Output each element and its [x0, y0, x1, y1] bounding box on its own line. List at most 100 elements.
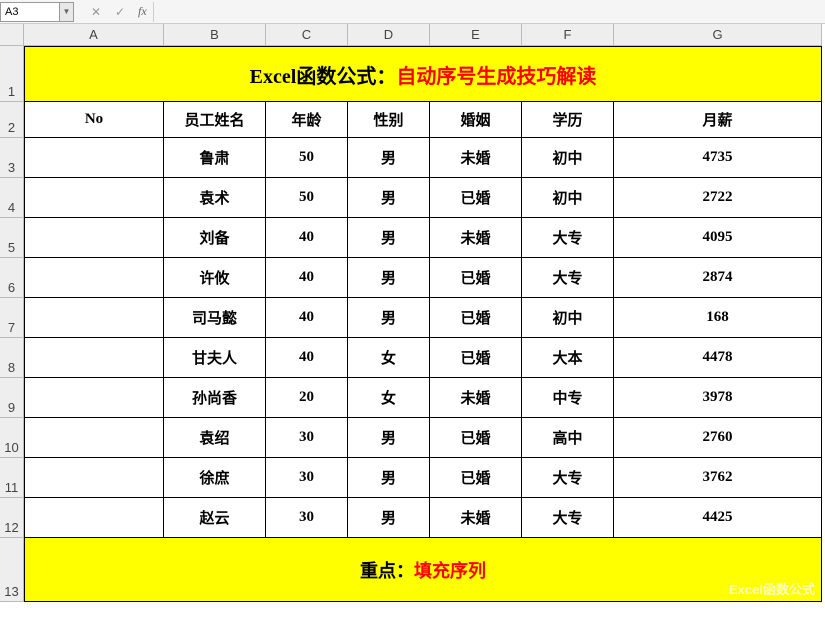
cell-marriage[interactable]: 已婚: [430, 178, 522, 218]
cell-marriage[interactable]: 未婚: [430, 218, 522, 258]
cell-no[interactable]: [24, 458, 164, 498]
cell-no[interactable]: [24, 138, 164, 178]
cell-name[interactable]: 袁绍: [164, 418, 266, 458]
header-education[interactable]: 学历: [522, 102, 614, 138]
row-header-4[interactable]: 4: [0, 178, 24, 218]
cell-salary[interactable]: 168: [614, 298, 822, 338]
cell-age[interactable]: 30: [266, 418, 348, 458]
cell-salary[interactable]: 2874: [614, 258, 822, 298]
cell-age[interactable]: 30: [266, 498, 348, 538]
row-header-2[interactable]: 2: [0, 102, 24, 138]
cell-no[interactable]: [24, 418, 164, 458]
formula-input[interactable]: [153, 2, 825, 22]
row-header-10[interactable]: 10: [0, 418, 24, 458]
col-header-G[interactable]: G: [614, 24, 822, 46]
cell-name[interactable]: 司马懿: [164, 298, 266, 338]
cell-salary[interactable]: 3762: [614, 458, 822, 498]
header-name[interactable]: 员工姓名: [164, 102, 266, 138]
cell-marriage[interactable]: 已婚: [430, 258, 522, 298]
cell-age[interactable]: 40: [266, 258, 348, 298]
cell-name[interactable]: 孙尚香: [164, 378, 266, 418]
cell-education[interactable]: 中专: [522, 378, 614, 418]
cell-marriage[interactable]: 已婚: [430, 418, 522, 458]
cell-no[interactable]: [24, 498, 164, 538]
cell-gender[interactable]: 女: [348, 338, 430, 378]
row-header-6[interactable]: 6: [0, 258, 24, 298]
cell-age[interactable]: 50: [266, 178, 348, 218]
row-header-7[interactable]: 7: [0, 298, 24, 338]
name-box[interactable]: A3: [0, 2, 60, 22]
cell-no[interactable]: [24, 178, 164, 218]
cell-education[interactable]: 大专: [522, 458, 614, 498]
cell-age[interactable]: 40: [266, 338, 348, 378]
col-header-C[interactable]: C: [266, 24, 348, 46]
cell-marriage[interactable]: 未婚: [430, 498, 522, 538]
cell-age[interactable]: 30: [266, 458, 348, 498]
cell-gender[interactable]: 男: [348, 218, 430, 258]
cell-education[interactable]: 高中: [522, 418, 614, 458]
cell-salary[interactable]: 2760: [614, 418, 822, 458]
row-header-8[interactable]: 8: [0, 338, 24, 378]
cell-education[interactable]: 大本: [522, 338, 614, 378]
header-gender[interactable]: 性别: [348, 102, 430, 138]
cell-name[interactable]: 鲁肃: [164, 138, 266, 178]
cell-education[interactable]: 大专: [522, 218, 614, 258]
cell-gender[interactable]: 女: [348, 378, 430, 418]
cell-gender[interactable]: 男: [348, 258, 430, 298]
cell-salary[interactable]: 4425: [614, 498, 822, 538]
cancel-icon[interactable]: ✕: [84, 2, 108, 22]
cell-gender[interactable]: 男: [348, 418, 430, 458]
cell-salary[interactable]: 3978: [614, 378, 822, 418]
header-salary[interactable]: 月薪: [614, 102, 822, 138]
footer-cell[interactable]: 重点：填充序列Excel函数公式: [24, 538, 822, 602]
cell-age[interactable]: 40: [266, 298, 348, 338]
cell-no[interactable]: [24, 218, 164, 258]
cell-no[interactable]: [24, 258, 164, 298]
cell-marriage[interactable]: 未婚: [430, 378, 522, 418]
header-marriage[interactable]: 婚姻: [430, 102, 522, 138]
row-header-12[interactable]: 12: [0, 498, 24, 538]
cell-name[interactable]: 赵云: [164, 498, 266, 538]
select-all-corner[interactable]: [0, 24, 24, 46]
cell-gender[interactable]: 男: [348, 498, 430, 538]
row-header-9[interactable]: 9: [0, 378, 24, 418]
header-age[interactable]: 年龄: [266, 102, 348, 138]
col-header-A[interactable]: A: [24, 24, 164, 46]
col-header-B[interactable]: B: [164, 24, 266, 46]
cell-education[interactable]: 大专: [522, 258, 614, 298]
cell-marriage[interactable]: 已婚: [430, 298, 522, 338]
confirm-icon[interactable]: ✓: [108, 2, 132, 22]
cell-gender[interactable]: 男: [348, 458, 430, 498]
cell-marriage[interactable]: 未婚: [430, 138, 522, 178]
cell-name[interactable]: 袁术: [164, 178, 266, 218]
col-header-E[interactable]: E: [430, 24, 522, 46]
row-header-3[interactable]: 3: [0, 138, 24, 178]
cell-no[interactable]: [24, 378, 164, 418]
row-header-11[interactable]: 11: [0, 458, 24, 498]
cell-name[interactable]: 甘夫人: [164, 338, 266, 378]
cell-gender[interactable]: 男: [348, 298, 430, 338]
cell-education[interactable]: 初中: [522, 138, 614, 178]
spreadsheet-grid[interactable]: Excel函数公式：自动序号生成技巧解读No员工姓名年龄性别婚姻学历月薪鲁肃50…: [24, 46, 822, 602]
cell-name[interactable]: 许攸: [164, 258, 266, 298]
row-header-5[interactable]: 5: [0, 218, 24, 258]
cell-age[interactable]: 50: [266, 138, 348, 178]
cell-no[interactable]: [24, 298, 164, 338]
name-box-dropdown[interactable]: ▼: [60, 2, 74, 22]
cell-salary[interactable]: 4478: [614, 338, 822, 378]
cell-salary[interactable]: 2722: [614, 178, 822, 218]
header-no[interactable]: No: [24, 102, 164, 138]
cell-salary[interactable]: 4735: [614, 138, 822, 178]
cell-education[interactable]: 初中: [522, 178, 614, 218]
row-header-1[interactable]: 1: [0, 46, 24, 102]
cell-salary[interactable]: 4095: [614, 218, 822, 258]
cell-education[interactable]: 大专: [522, 498, 614, 538]
cell-no[interactable]: [24, 338, 164, 378]
cell-gender[interactable]: 男: [348, 178, 430, 218]
cell-age[interactable]: 40: [266, 218, 348, 258]
cell-age[interactable]: 20: [266, 378, 348, 418]
cell-education[interactable]: 初中: [522, 298, 614, 338]
cell-name[interactable]: 刘备: [164, 218, 266, 258]
title-cell[interactable]: Excel函数公式：自动序号生成技巧解读: [24, 46, 822, 102]
row-header-13[interactable]: 13: [0, 538, 24, 602]
